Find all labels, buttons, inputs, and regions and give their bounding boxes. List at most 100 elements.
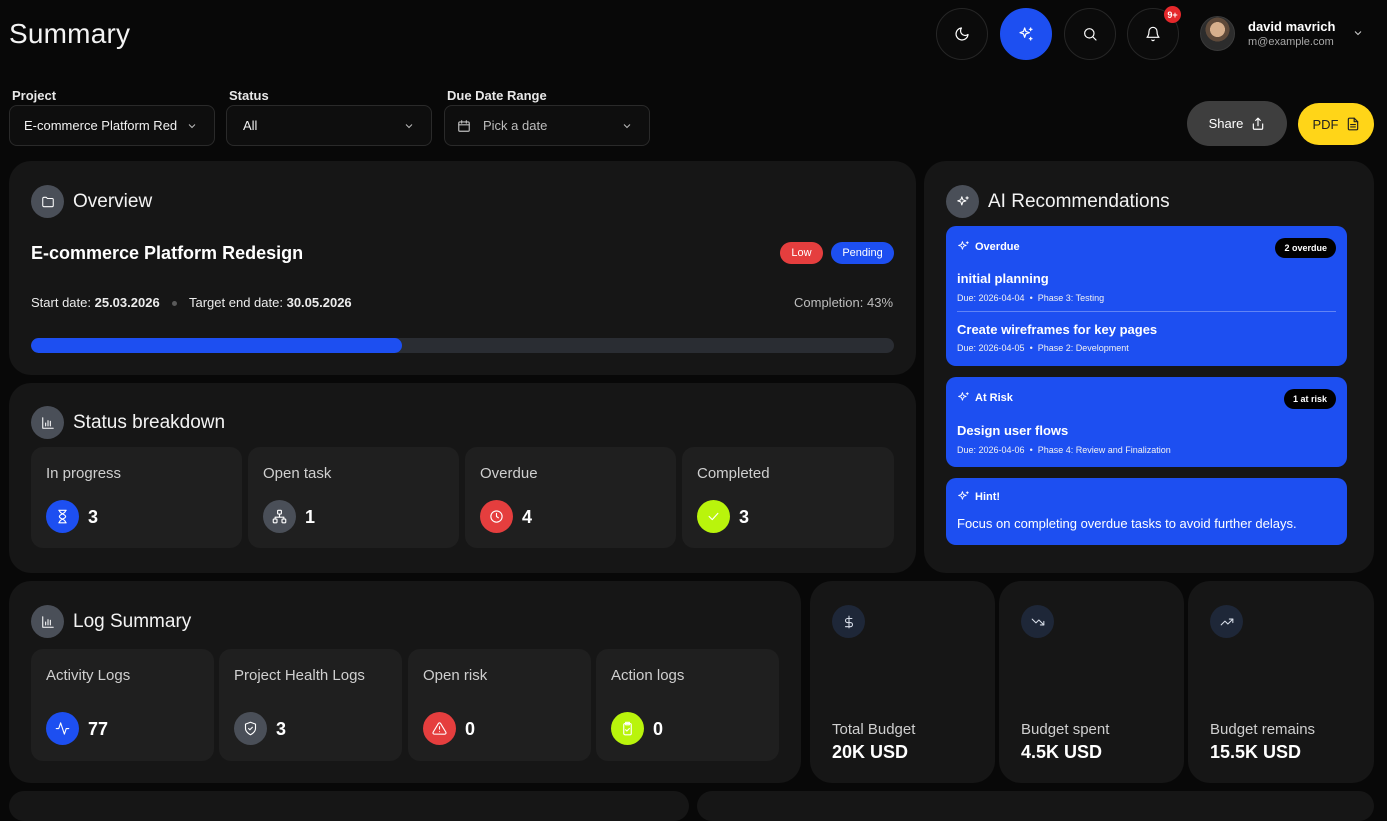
chevron-down-icon — [623, 124, 631, 129]
sparkles-icon — [958, 491, 969, 500]
check-icon — [697, 500, 730, 533]
task-phase: Phase 4: Review and Finalization — [1037, 445, 1171, 455]
due-date-picker[interactable]: Pick a date — [444, 105, 650, 146]
stat-label: Completed — [697, 465, 770, 482]
target-date: Target end date: 30.05.2026 — [189, 295, 352, 310]
pdf-button[interactable]: PDF — [1298, 103, 1374, 145]
bar-chart-icon — [31, 406, 64, 439]
clock-icon — [480, 500, 513, 533]
at-risk-count-badge: 1 at risk — [1283, 389, 1336, 409]
share-label: Share — [1208, 116, 1244, 131]
share-button[interactable]: Share — [1187, 101, 1287, 146]
overdue-heading-text: Overdue — [975, 240, 1020, 253]
status-select-value: All — [243, 118, 258, 133]
stat-overdue: Overdue 4 — [465, 447, 676, 548]
chevron-down-icon[interactable] — [1352, 27, 1364, 39]
user-name: david mavrich — [1248, 19, 1336, 34]
page-title: Summary — [9, 18, 131, 49]
log-project-health: Project Health Logs 3 — [219, 649, 402, 761]
overview-title: Overview — [31, 185, 152, 218]
notification-badge: 9+ — [1164, 6, 1181, 23]
theme-toggle-button[interactable] — [936, 8, 988, 60]
status-breakdown-title: Status breakdown — [31, 406, 225, 439]
stat-value: 0 — [465, 719, 476, 739]
at-risk-heading: At Risk — [957, 391, 1013, 404]
ai-recommendations-title-text: AI Recommendations — [988, 190, 1170, 212]
stat-label: In progress — [46, 465, 122, 482]
task-meta: Due: 2026-04-05 • Phase 2: Development — [957, 343, 1129, 353]
overdue-count-badge: 2 overdue — [1275, 238, 1336, 258]
warning-icon — [423, 712, 456, 745]
stat-value: 0 — [653, 719, 664, 739]
stat-label: Project Health Logs — [234, 667, 365, 684]
activity-icon — [46, 712, 79, 745]
hint-heading-text: Hint! — [975, 490, 1001, 503]
trend-down-icon — [1021, 605, 1054, 638]
search-button[interactable] — [1064, 8, 1116, 60]
budget-value: 4.5K USD — [1021, 742, 1103, 762]
log-activity: Activity Logs 77 — [31, 649, 214, 761]
project-select[interactable]: E-commerce Platform Red — [9, 105, 215, 146]
target-date-value: 30.05.2026 — [286, 295, 352, 310]
status-breakdown-title-text: Status breakdown — [73, 411, 226, 433]
share-icon — [1253, 117, 1264, 130]
folder-icon — [31, 185, 64, 218]
log-open-risk: Open risk 0 — [408, 649, 591, 761]
overdue-heading: Overdue — [957, 240, 1020, 253]
start-date: Start date: 25.03.2026 — [31, 295, 160, 310]
task-phase: Phase 2: Development — [1037, 343, 1129, 353]
bottom-card-right — [697, 791, 1374, 821]
stat-label: Open risk — [423, 667, 488, 684]
at-risk-recommendation: At Risk 1 at risk Design user flows Due:… — [946, 377, 1347, 467]
notifications-button[interactable]: 9+ — [1127, 6, 1181, 60]
moon-icon — [955, 27, 969, 41]
search-icon — [1084, 28, 1097, 41]
stat-value: 3 — [88, 507, 99, 527]
task-due: Due: 2026-04-06 — [957, 445, 1025, 455]
task-name[interactable]: initial planning — [957, 271, 1049, 286]
shield-icon — [234, 712, 267, 745]
task-due: Due: 2026-04-04 — [957, 293, 1025, 303]
ai-recommendations-title: AI Recommendations — [946, 185, 1170, 218]
project-select-value: E-commerce Platform Red — [24, 118, 178, 133]
sparkles-icon — [958, 241, 969, 250]
budget-value: 20K USD — [832, 742, 909, 762]
stat-label: Action logs — [611, 667, 685, 684]
stat-value: 1 — [305, 507, 316, 527]
status-select[interactable]: All — [226, 105, 432, 146]
status-badge: Pending — [831, 242, 894, 264]
completion-text: Completion: 43% — [794, 295, 893, 310]
log-summary-title-text: Log Summary — [73, 610, 192, 632]
task-meta: Due: 2026-04-04 • Phase 3: Testing — [957, 293, 1105, 303]
target-date-label: Target end date: — [189, 295, 283, 310]
task-due: Due: 2026-04-05 — [957, 343, 1025, 353]
task-name[interactable]: Create wireframes for key pages — [957, 322, 1157, 337]
user-email: m@example.com — [1248, 36, 1334, 48]
dollar-icon — [832, 605, 865, 638]
budget-label: Budget spent — [1021, 721, 1110, 738]
separator-dot — [172, 301, 177, 306]
overview-title-text: Overview — [73, 190, 153, 212]
ai-button[interactable] — [1000, 8, 1052, 60]
chevron-down-icon — [405, 124, 413, 129]
avatar[interactable] — [1200, 16, 1235, 51]
sparkles-icon — [958, 392, 969, 401]
bell-icon — [1146, 26, 1160, 42]
stat-label: Activity Logs — [46, 667, 131, 684]
stat-value: 3 — [739, 507, 750, 527]
budget-remains-card: Budget remains 15.5K USD — [1188, 581, 1374, 783]
task-name[interactable]: Design user flows — [957, 423, 1068, 438]
sparkles-icon — [946, 185, 979, 218]
hourglass-icon — [46, 500, 79, 533]
task-phase: Phase 3: Testing — [1037, 293, 1105, 303]
stat-open-task: Open task 1 — [248, 447, 459, 548]
pdf-label: PDF — [1312, 116, 1339, 132]
calendar-icon — [458, 119, 470, 132]
hint-recommendation: Hint! Focus on completing overdue tasks … — [946, 478, 1347, 545]
overdue-recommendation: Overdue 2 overdue initial planning Due: … — [946, 226, 1347, 366]
budget-label: Budget remains — [1210, 721, 1316, 738]
project-filter-label: Project — [12, 88, 57, 103]
hint-heading: Hint! — [957, 490, 1000, 503]
completion-progress-fill — [31, 338, 403, 353]
divider — [957, 311, 1336, 312]
